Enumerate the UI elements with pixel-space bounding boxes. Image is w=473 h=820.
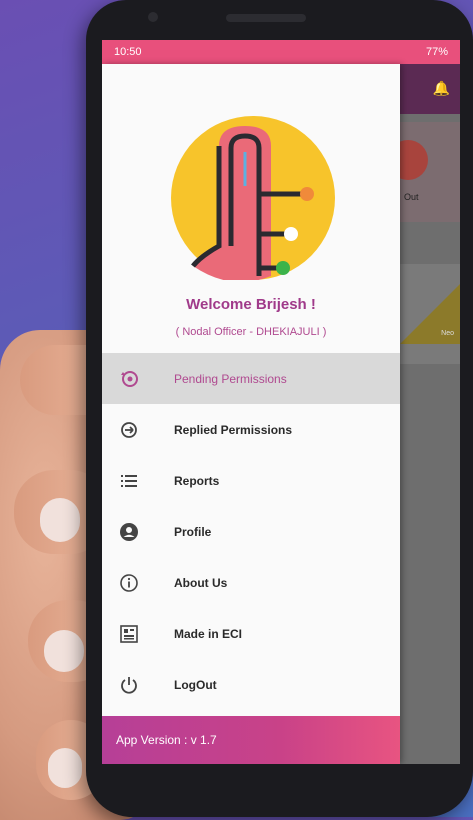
- replied-permissions-icon: [118, 419, 140, 441]
- background-card-label: Neo: [441, 330, 454, 337]
- made-in-eci-icon: [118, 623, 140, 645]
- app-version: App Version : v 1.7: [116, 733, 217, 747]
- hand-nail: [40, 498, 80, 542]
- phone-camera: [148, 12, 158, 22]
- app-version-footer: App Version : v 1.7: [102, 716, 400, 764]
- profile-icon: [118, 521, 140, 543]
- menu-item-about-us[interactable]: About Us: [102, 557, 400, 608]
- user-role: ( Nodal Officer - DHEKIAJULI ): [175, 326, 327, 338]
- phone-screen: 10:50 77% 🔔 Out Neo Welcome Brijesh ! (…: [102, 40, 460, 764]
- status-battery: 77%: [425, 46, 448, 58]
- drawer-menu: Pending Permissions Replied Permissions …: [102, 353, 400, 710]
- phone-speaker: [226, 14, 306, 22]
- power-icon: [118, 674, 140, 696]
- background-card-label: Out: [404, 192, 419, 202]
- menu-item-replied-permissions[interactable]: Replied Permissions: [102, 404, 400, 455]
- menu-item-logout[interactable]: LogOut: [102, 659, 400, 710]
- welcome-text: Welcome Brijesh !: [186, 296, 316, 313]
- menu-label: Profile: [174, 524, 212, 539]
- background-card[interactable]: Out: [388, 122, 460, 222]
- menu-label: LogOut: [174, 677, 217, 692]
- menu-item-made-in-eci[interactable]: Made in ECI: [102, 608, 400, 659]
- menu-label: Reports: [174, 473, 220, 488]
- status-bar: 10:50 77%: [102, 40, 460, 64]
- pending-permissions-icon: [118, 368, 140, 390]
- background-app[interactable]: 🔔 Out Neo: [388, 64, 460, 764]
- menu-item-reports[interactable]: Reports: [102, 455, 400, 506]
- background-card[interactable]: Neo: [400, 264, 460, 364]
- list-icon: [118, 470, 140, 492]
- menu-label: Replied Permissions: [174, 422, 293, 437]
- menu-item-pending-permissions[interactable]: Pending Permissions: [102, 353, 400, 404]
- bell-icon[interactable]: 🔔: [433, 80, 450, 97]
- info-icon: [118, 572, 140, 594]
- status-time: 10:50: [114, 46, 142, 58]
- menu-label: Made in ECI: [174, 626, 243, 641]
- navigation-drawer: Welcome Brijesh ! ( Nodal Officer - DHEK…: [102, 64, 400, 764]
- menu-label: Pending Permissions: [174, 371, 287, 386]
- menu-item-profile[interactable]: Profile: [102, 506, 400, 557]
- menu-label: About Us: [174, 575, 228, 590]
- app-logo-icon: [171, 116, 335, 280]
- background-app-bar: 🔔: [400, 64, 460, 114]
- hand-nail: [44, 630, 84, 672]
- hand-nail: [48, 748, 82, 788]
